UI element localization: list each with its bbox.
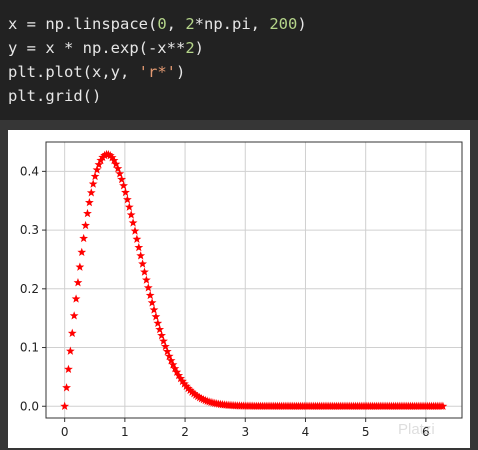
data-point-star [85,197,94,207]
data-point-star [121,187,130,197]
y-tick-label: 0.1 [20,341,39,355]
code-token: , [166,15,186,33]
data-point-star [151,312,161,321]
x-tick-label: 3 [241,425,249,439]
axes-frame [45,141,463,419]
code-token: y = x * np.exp(-x** [8,39,186,57]
data-point-star [128,218,138,227]
code-token: *np.pi, [194,15,270,33]
x-tick-label: 4 [302,425,310,439]
code-token: 200 [269,15,298,33]
data-point-star [155,324,165,334]
code-token: plt.plot(x,y, [8,63,139,81]
data-point-star [75,262,85,271]
data-point-star [67,328,77,337]
data-point-star [123,195,132,204]
data-point-star [153,318,163,328]
data-point-star [140,267,149,276]
y-tick-label: 0.3 [20,223,39,237]
code-line: y = x * np.exp(-x**2) [8,36,478,60]
data-point-star [119,181,128,190]
code-token: 'r*' [138,63,176,81]
y-tick-label: 0.2 [20,282,39,296]
code-token: 2 [185,39,195,57]
data-point-star [147,298,157,307]
plot-chart: 0 1 2 3 4 5 60.00.10.20.30.4 [20,141,463,439]
data-point-star [69,311,79,320]
data-point-star [64,364,73,374]
code-line: x = np.linspace(0, 2*np.pi, 200) [8,12,478,36]
code-token: ) [194,39,204,57]
data-point-star [77,247,87,257]
data-point-star [88,179,98,188]
data-point-star [86,188,96,197]
code-token: x = np.linspace( [8,15,158,33]
data-point-star [130,226,140,235]
data-point-star [79,233,89,243]
x-tick-label: 5 [362,425,370,439]
y-tick-label: 0.0 [20,399,39,413]
code-token: 2 [185,15,195,33]
data-point-star [145,290,155,300]
data-point-star [143,283,153,292]
code-line: plt.grid() [8,84,478,108]
data-point-star [73,278,83,287]
plot-panel: 0 1 2 3 4 5 6 0.0 0.1 0.2 0.3 0.4 [8,130,470,448]
x-tick-label: 1 [121,425,129,439]
data-point-star [124,202,134,211]
data-point-star [136,251,146,260]
code-line: plt.plot(x,y, 'r*') [8,60,478,84]
data-point-star [142,275,151,284]
code-cell[interactable]: x = np.linspace(0, 2*np.pi, 200) y = x * … [0,0,478,120]
code-token: plt.grid() [8,87,102,105]
x-tick-label: 2 [181,425,189,439]
data-point-star [62,383,71,392]
data-point-star [149,305,159,314]
data-point-star [126,210,136,219]
data-point-star [134,242,144,252]
data-point-star [71,294,81,303]
code-token: ) [297,15,307,33]
data-point-star [132,234,142,243]
data-point-star [83,208,92,218]
data-point-star [81,220,90,230]
data-point-star [138,259,147,268]
code-token: 0 [157,15,167,33]
x-tick-label: 0 [61,425,69,439]
watermark-logo: Platzi [398,421,435,438]
y-tick-label: 0.4 [20,164,39,178]
code-token: ) [175,63,186,81]
